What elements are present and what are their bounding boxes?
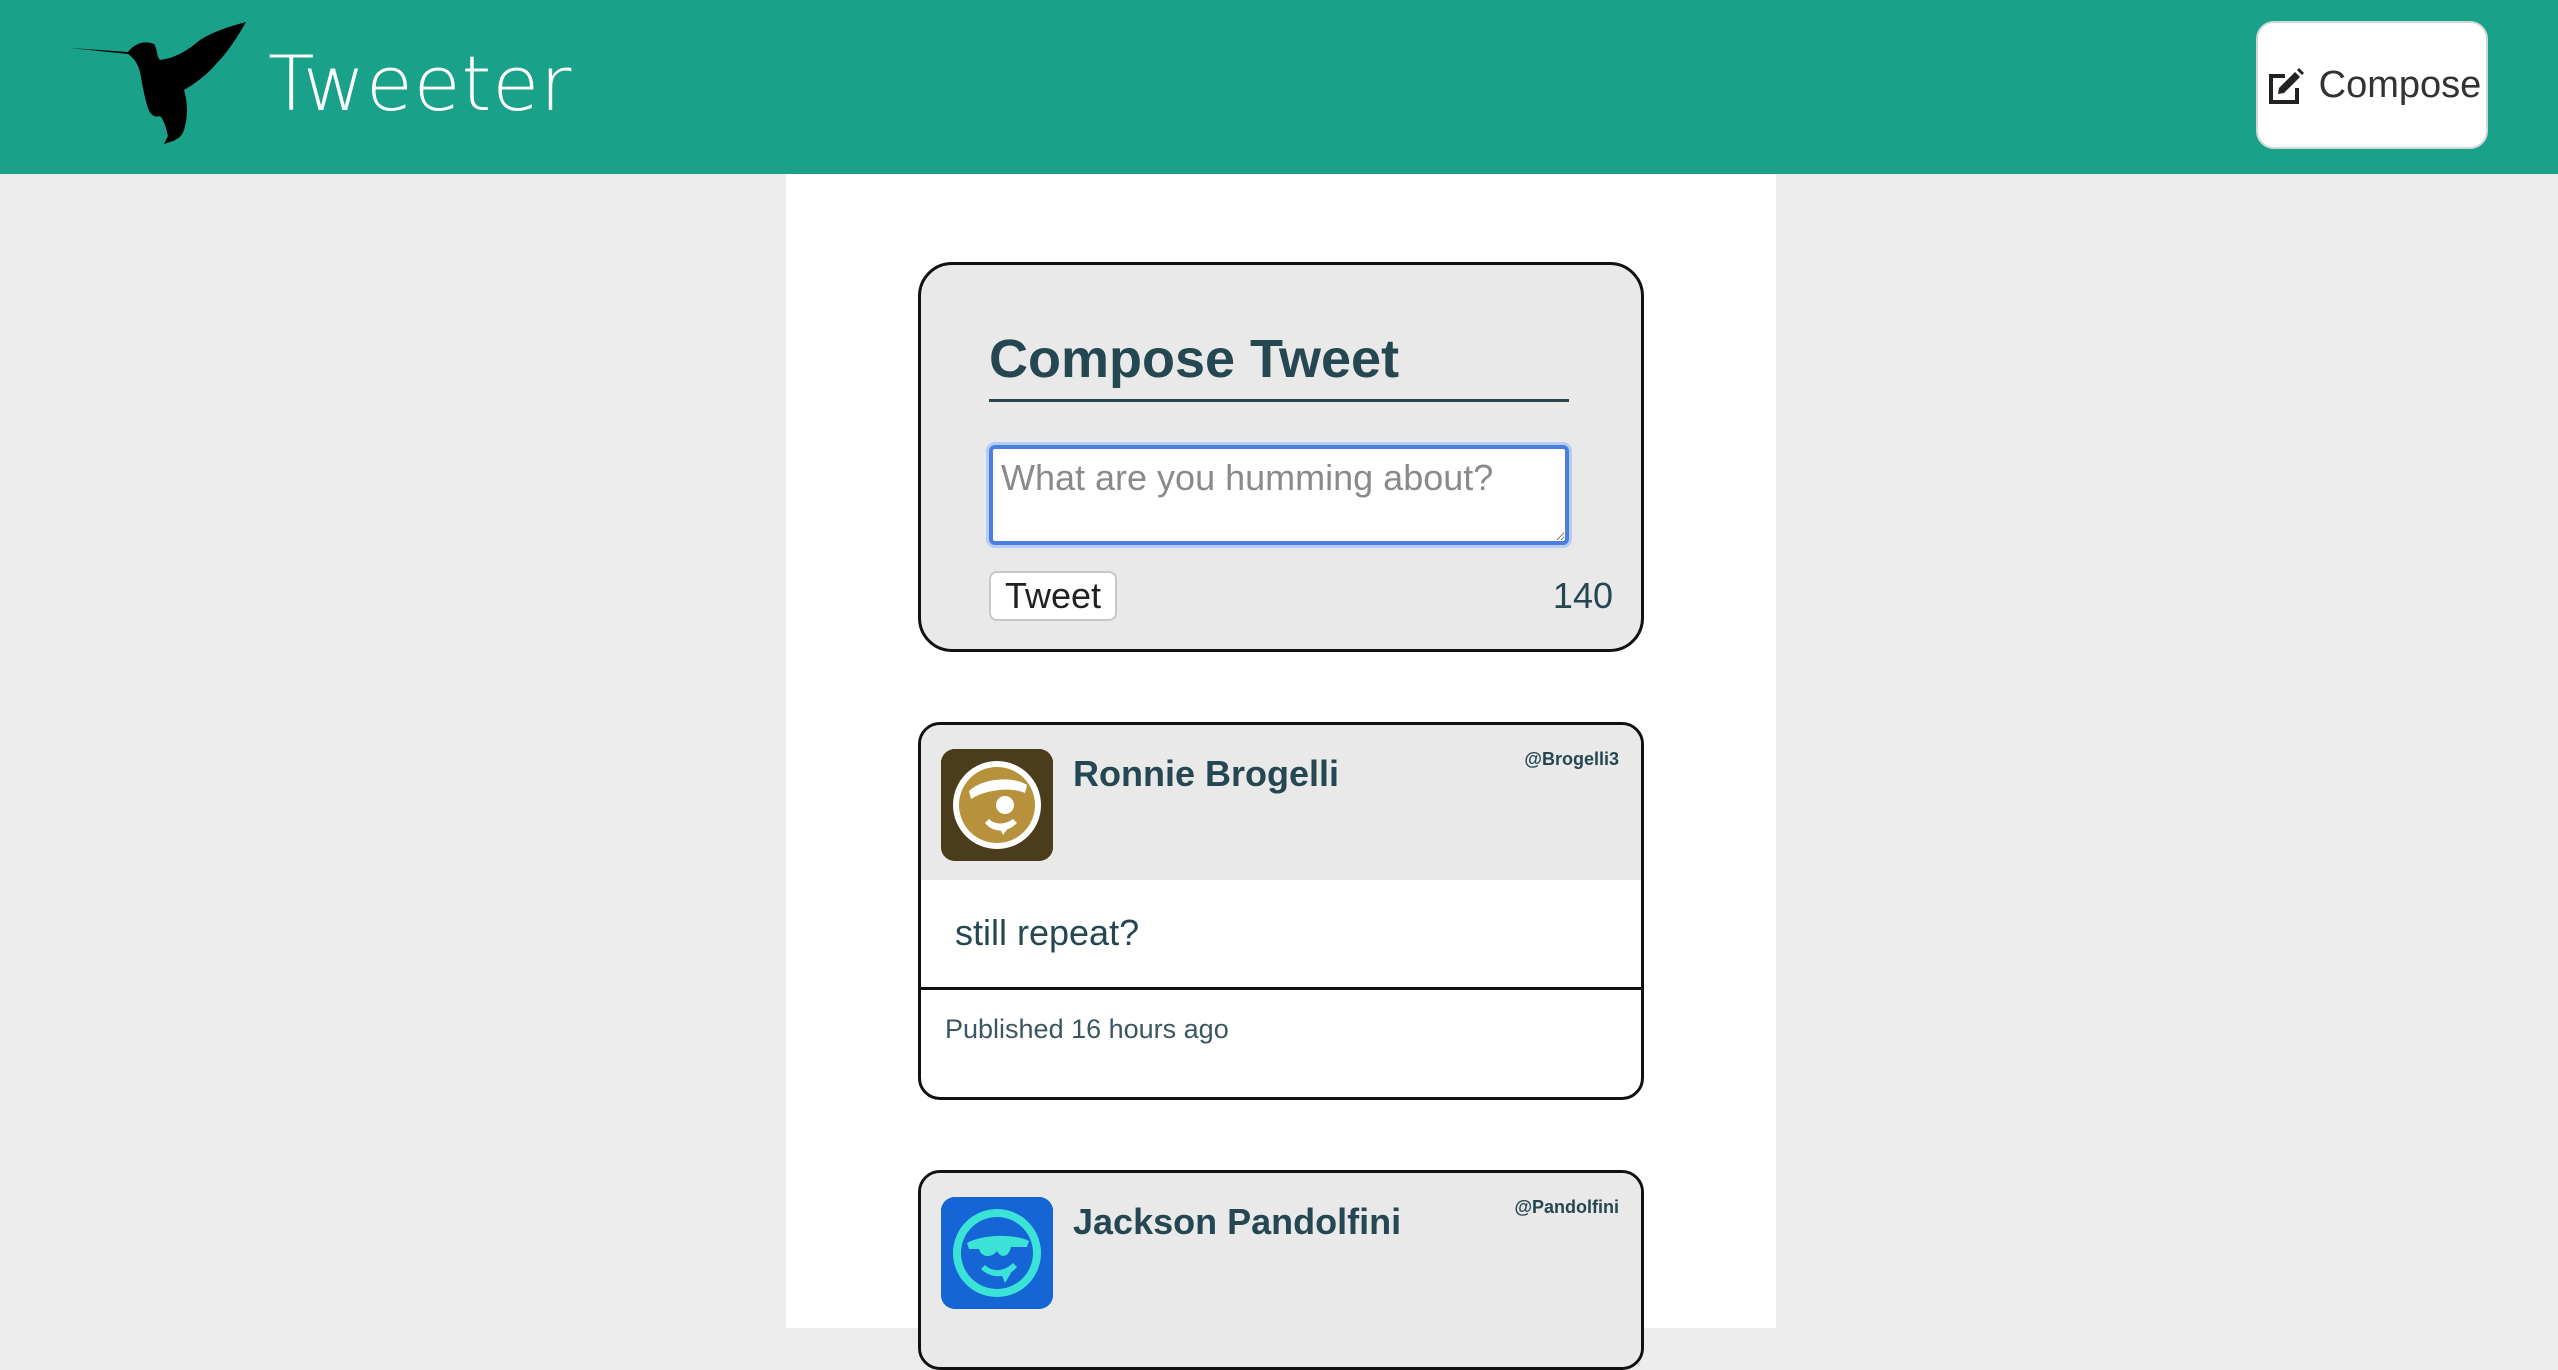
tweet-header: Jackson Pandolfini @Pandolfini: [921, 1173, 1641, 1367]
main-column: Compose Tweet Tweet 140 Ronnie Brogelli …: [786, 174, 1776, 1370]
tweet-card: Jackson Pandolfini @Pandolfini: [918, 1170, 1644, 1370]
character-counter: 140: [1552, 575, 1613, 616]
tweet-header: Ronnie Brogelli @Brogelli3: [921, 725, 1641, 880]
compose-title: Compose Tweet: [989, 327, 1569, 402]
avatar: [941, 749, 1053, 861]
top-nav-bar: Tweeter Compose: [0, 0, 2558, 174]
tweet-submit-button[interactable]: Tweet: [989, 571, 1117, 621]
compose-nav-button[interactable]: Compose: [2256, 21, 2488, 149]
sunglasses-face-avatar-icon: [941, 1197, 1053, 1309]
author-handle: @Pandolfini: [1514, 1197, 1619, 1217]
compose-tweet-card: Compose Tweet Tweet 140: [918, 262, 1644, 652]
edit-square-icon: [2268, 68, 2304, 104]
tweet-card: Ronnie Brogelli @Brogelli3 still repeat?…: [918, 722, 1644, 1100]
compose-nav-label: Compose: [2318, 63, 2482, 106]
app-title: Tweeter: [268, 39, 573, 128]
author-name: Jackson Pandolfini: [1073, 1201, 1402, 1242]
tweet-timestamp: Published 16 hours ago: [945, 1014, 1229, 1044]
author-name: Ronnie Brogelli: [1073, 753, 1340, 794]
avatar: [941, 1197, 1053, 1309]
tweet-text: still repeat?: [921, 880, 1641, 990]
tweet-text-input[interactable]: [989, 445, 1569, 545]
hummingbird-icon: [70, 22, 246, 144]
pirate-face-avatar-icon: [941, 749, 1053, 861]
author-handle: @Brogelli3: [1524, 749, 1619, 769]
